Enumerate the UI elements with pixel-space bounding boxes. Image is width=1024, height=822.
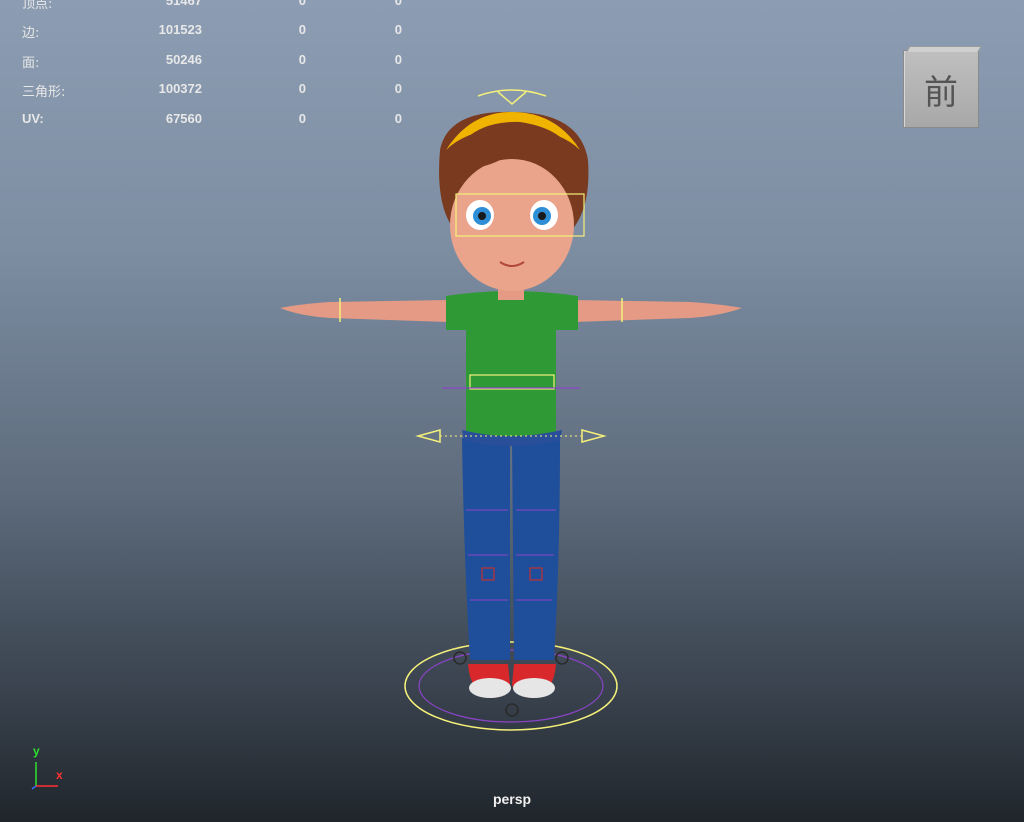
foot-gear-left-icon[interactable] [453,651,467,665]
root-control-outer[interactable] [404,641,618,731]
axis-y-label: y [33,744,40,758]
axis-gizmo: y x [28,744,73,792]
root-gear-icon[interactable] [505,703,519,717]
shoes [468,664,556,698]
root-control-inner[interactable] [418,649,604,723]
foot-gear-right-icon[interactable] [555,651,569,665]
axis-x-label: x [56,768,63,782]
camera-name-label: persp [492,791,532,807]
head [439,89,589,300]
character-rig[interactable] [0,0,1024,822]
jeans [462,438,560,660]
